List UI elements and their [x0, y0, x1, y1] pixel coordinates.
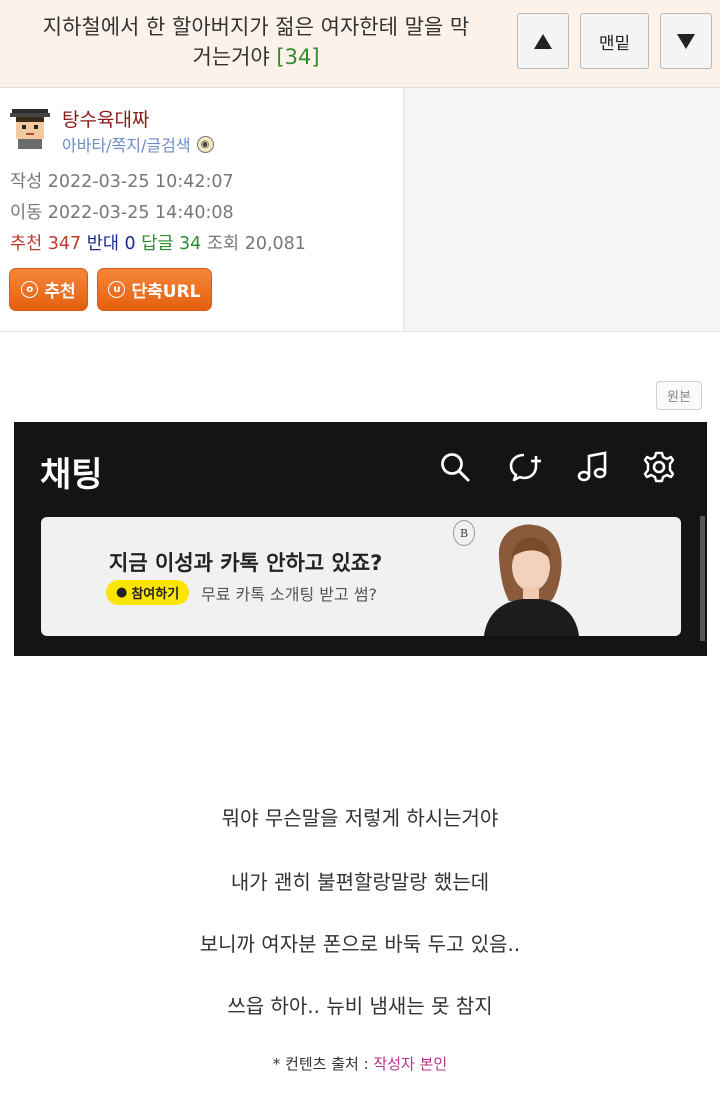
recommend-icon: o: [21, 281, 39, 298]
content-line-1: 뭐야 무슨말을 저렇게 하시는거야: [221, 806, 499, 830]
created-value: 2022-03-25 10:42:07: [47, 172, 234, 192]
oppose-label: 반대: [86, 234, 119, 254]
recommend-count: 347: [47, 234, 82, 254]
settings-icon: [643, 451, 675, 483]
join-pill[interactable]: ● 참여하기: [106, 580, 190, 605]
divider: [0, 331, 720, 332]
brand-logo: B: [453, 520, 475, 546]
author-side-panel: [404, 88, 720, 331]
arrow-up-icon: [534, 33, 552, 49]
short-url-button[interactable]: u 단축URL: [97, 268, 212, 311]
oppose-count: 0: [124, 234, 136, 254]
link-icon: u: [108, 281, 126, 298]
recommend-button-label: 추천: [44, 282, 76, 302]
search-icon: [441, 453, 470, 482]
scroll-top-button[interactable]: [517, 13, 569, 69]
new-chat-icon: [509, 453, 541, 482]
join-pill-label: 참여하기: [131, 587, 180, 602]
reply-label: 답글: [141, 234, 174, 254]
avatar[interactable]: [8, 105, 52, 149]
ad-banner[interactable]: 지금 이성과 카톡 안하고 있죠? ● 참여하기 무료 카톡 소개팅 받고 썸?…: [41, 517, 681, 636]
author-links: 아바타/쪽지/글검색 ◉: [62, 132, 214, 156]
post-title: 지하철에서 한 할아버지가 젊은 여자한테 말을 막 거는거야 [34]: [0, 12, 512, 72]
post-title-line2: 거는거야: [192, 45, 270, 69]
level-badge-icon: ◉: [196, 135, 214, 153]
arrow-down-icon: [677, 33, 695, 49]
moved-value: 2022-03-25 14:40:08: [47, 203, 234, 223]
created-label: 작성: [10, 172, 43, 192]
content-line-2: 내가 괜히 불편할랑말랑 했는데: [230, 870, 490, 894]
reply-count: 34: [179, 234, 202, 254]
ad-subtext: 무료 카톡 소개팅 받고 썸?: [201, 585, 378, 604]
author-nickname[interactable]: 탕수육대짜: [62, 105, 149, 132]
model-photo: [484, 524, 579, 636]
chat-bubble-icon: ●: [116, 585, 128, 600]
chat-title: 채팅: [40, 455, 103, 495]
source-prefix: * 컨텐츠 출처 :: [272, 1055, 374, 1073]
content-line-4: 쓰읍 하아.. 뉴비 냄새는 못 참지: [227, 994, 493, 1018]
music-icon: [577, 451, 607, 482]
moved-label: 이동: [10, 203, 43, 223]
created-date: 작성 2022-03-25 10:42:07: [10, 168, 234, 193]
scrollbar[interactable]: [700, 516, 705, 641]
recommend-button[interactable]: o 추천: [9, 268, 88, 311]
scroll-bottom-button[interactable]: 맨밑: [580, 13, 649, 69]
post-title-line1: 지하철에서 한 할아버지가 젊은 여자한테 말을 막: [42, 15, 470, 39]
source-value: 작성자 본인: [373, 1055, 448, 1073]
moved-date: 이동 2022-03-25 14:40:08: [10, 199, 234, 224]
post-stats: 추천 347 반대 0 답글 34 조회 20,081: [10, 230, 306, 255]
views-label: 조회: [206, 234, 240, 254]
ad-headline: 지금 이성과 카톡 안하고 있죠?: [109, 551, 383, 575]
comment-count[interactable]: [34]: [276, 45, 319, 69]
recommend-label: 추천: [10, 234, 43, 254]
content-line-3: 보니까 여자분 폰으로 바둑 두고 있음..: [199, 932, 521, 956]
views-count: 20,081: [244, 234, 306, 254]
scroll-down-button[interactable]: [660, 13, 712, 69]
short-url-button-label: 단축URL: [131, 282, 201, 302]
author-links-text[interactable]: 아바타/쪽지/글검색: [62, 132, 191, 156]
original-image-button[interactable]: 원본: [656, 381, 702, 410]
content-source: * 컨텐츠 출처 : 작성자 본인: [0, 1053, 720, 1074]
